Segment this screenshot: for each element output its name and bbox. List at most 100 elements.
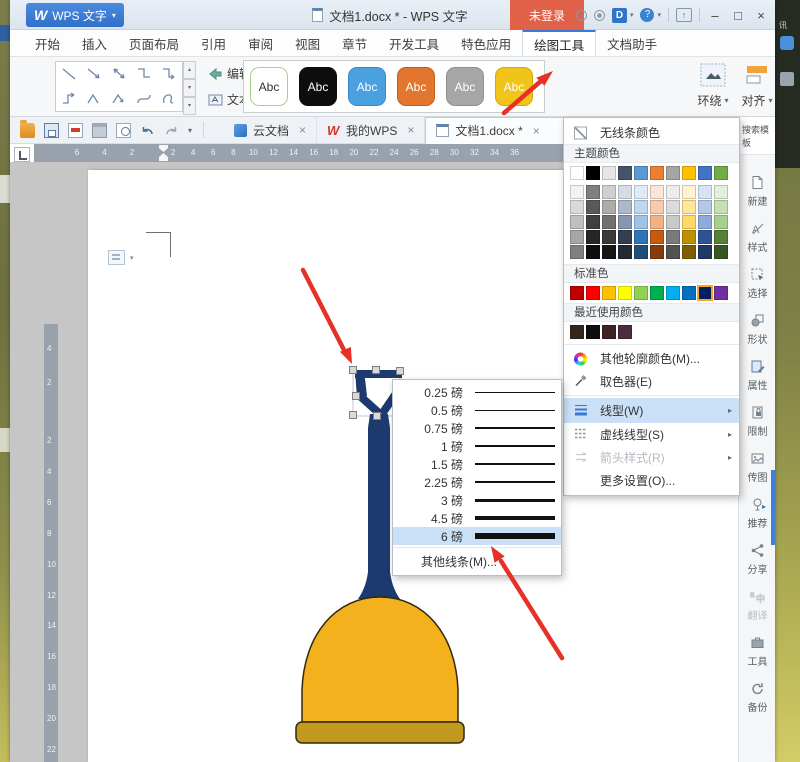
color-swatch[interactable] bbox=[698, 245, 712, 259]
color-swatch[interactable] bbox=[650, 185, 664, 199]
color-swatch[interactable] bbox=[666, 185, 680, 199]
tab-stop-selector[interactable] bbox=[14, 147, 30, 162]
line-style-item[interactable]: 线型(W) ▸ bbox=[564, 398, 739, 423]
abc-preset-2[interactable]: Abc bbox=[299, 67, 337, 106]
color-swatch[interactable] bbox=[602, 215, 616, 229]
eyedropper-item[interactable]: 取色器(E) bbox=[564, 370, 739, 393]
color-swatch[interactable] bbox=[602, 325, 616, 339]
color-swatch[interactable] bbox=[650, 166, 664, 180]
color-swatch[interactable] bbox=[698, 230, 712, 244]
color-swatch[interactable] bbox=[586, 215, 600, 229]
color-swatch[interactable] bbox=[618, 286, 632, 300]
color-swatch[interactable] bbox=[650, 245, 664, 259]
color-swatch[interactable] bbox=[602, 245, 616, 259]
color-swatch[interactable] bbox=[618, 166, 632, 180]
color-swatch[interactable] bbox=[682, 215, 696, 229]
color-swatch[interactable] bbox=[570, 325, 584, 339]
sidebar-item-新建[interactable]: 新建 bbox=[739, 175, 776, 208]
color-swatch[interactable] bbox=[570, 245, 584, 259]
color-swatch[interactable] bbox=[682, 166, 696, 180]
color-swatch[interactable] bbox=[650, 230, 664, 244]
color-swatch[interactable] bbox=[586, 200, 600, 214]
color-swatch[interactable] bbox=[570, 215, 584, 229]
save-icon[interactable] bbox=[44, 122, 59, 138]
help-icon[interactable]: ? bbox=[640, 8, 655, 22]
color-swatch[interactable] bbox=[650, 215, 664, 229]
color-swatch[interactable] bbox=[634, 245, 648, 259]
dash-style-item[interactable]: 虚线线型(S) ▸ bbox=[564, 423, 739, 446]
color-swatch[interactable] bbox=[698, 185, 712, 199]
redo-icon[interactable] bbox=[164, 123, 179, 138]
menu-tab-开始[interactable]: 开始 bbox=[24, 30, 71, 56]
close-button[interactable]: × bbox=[753, 8, 769, 23]
refresh-icon[interactable] bbox=[575, 9, 587, 21]
sidebar-item-属性[interactable]: 属性 bbox=[739, 359, 776, 392]
color-swatch[interactable] bbox=[602, 230, 616, 244]
color-swatch[interactable] bbox=[602, 200, 616, 214]
line-weight-item[interactable]: 4.5 磅 bbox=[393, 509, 561, 527]
curve-connector-icon[interactable] bbox=[132, 87, 157, 112]
abc-preset-1[interactable]: Abc bbox=[250, 67, 288, 106]
line-weight-item[interactable]: 0.75 磅 bbox=[393, 419, 561, 437]
color-swatch[interactable] bbox=[602, 166, 616, 180]
line-weight-item[interactable]: 0.25 磅 bbox=[393, 383, 561, 401]
export-pdf-icon[interactable] bbox=[68, 122, 83, 138]
color-swatch[interactable] bbox=[682, 200, 696, 214]
docer-icon[interactable]: D bbox=[611, 7, 627, 23]
color-swatch[interactable] bbox=[714, 245, 728, 259]
color-swatch[interactable] bbox=[666, 215, 680, 229]
menu-tab-章节[interactable]: 章节 bbox=[331, 30, 378, 56]
menu-tab-文档助手[interactable]: 文档助手 bbox=[596, 30, 668, 56]
color-swatch[interactable] bbox=[586, 325, 600, 339]
maximize-button[interactable]: □ bbox=[730, 8, 746, 23]
color-swatch[interactable] bbox=[586, 245, 600, 259]
menu-tab-特色应用[interactable]: 特色应用 bbox=[450, 30, 522, 56]
sidebar-item-工具[interactable]: 工具 bbox=[739, 635, 776, 668]
color-swatch[interactable] bbox=[666, 166, 680, 180]
search-templates-link[interactable]: 搜索模板 bbox=[739, 117, 775, 155]
color-swatch[interactable] bbox=[714, 185, 728, 199]
abc-preset-3[interactable]: Abc bbox=[348, 67, 386, 106]
color-swatch[interactable] bbox=[634, 200, 648, 214]
color-swatch[interactable] bbox=[698, 200, 712, 214]
color-swatch[interactable] bbox=[618, 200, 632, 214]
gallery-scrollbar[interactable]: ▴ ▾ ▾ bbox=[183, 61, 196, 115]
color-swatch[interactable] bbox=[666, 245, 680, 259]
minimize-button[interactable]: – bbox=[707, 8, 723, 23]
color-swatch[interactable] bbox=[714, 286, 728, 300]
color-swatch[interactable] bbox=[634, 166, 648, 180]
open-icon[interactable] bbox=[20, 119, 35, 138]
print-icon[interactable] bbox=[92, 122, 107, 138]
close-tab-icon[interactable]: × bbox=[407, 123, 414, 137]
more-settings-item[interactable]: 更多设置(O)... bbox=[564, 469, 739, 492]
color-swatch[interactable] bbox=[618, 215, 632, 229]
elbow-connector-icon[interactable] bbox=[56, 87, 81, 112]
line-weight-item[interactable]: 3 磅 bbox=[393, 491, 561, 509]
scroll-down-icon[interactable]: ▾ bbox=[183, 79, 196, 97]
gallery-more-icon[interactable]: ▾ bbox=[183, 97, 196, 115]
menu-tab-插入[interactable]: 插入 bbox=[71, 30, 118, 56]
curve-shape-icon[interactable] bbox=[157, 87, 182, 112]
line-weight-item[interactable]: 1.5 磅 bbox=[393, 455, 561, 473]
close-tab-icon[interactable]: × bbox=[299, 123, 306, 137]
wrap-button[interactable]: 环绕 ▾ bbox=[692, 63, 734, 109]
more-lines-item[interactable]: 其他线条(M)... bbox=[393, 550, 561, 572]
color-swatch[interactable] bbox=[618, 245, 632, 259]
line-weight-item[interactable]: 1 磅 bbox=[393, 437, 561, 455]
arrow-shape-icon[interactable] bbox=[81, 62, 106, 87]
color-swatch[interactable] bbox=[714, 215, 728, 229]
shape-gallery[interactable] bbox=[55, 61, 183, 112]
paste-options-icon[interactable] bbox=[108, 250, 125, 265]
color-swatch[interactable] bbox=[602, 286, 616, 300]
color-swatch[interactable] bbox=[570, 200, 584, 214]
color-swatch[interactable] bbox=[666, 200, 680, 214]
undo-icon[interactable] bbox=[140, 123, 155, 138]
sidebar-item-样式[interactable]: A 样式 bbox=[739, 221, 776, 254]
color-swatch[interactable] bbox=[634, 185, 648, 199]
scroll-up-icon[interactable]: ▴ bbox=[183, 61, 196, 79]
color-swatch[interactable] bbox=[666, 286, 680, 300]
color-swatch[interactable] bbox=[698, 166, 712, 180]
color-swatch[interactable] bbox=[634, 215, 648, 229]
panel-arrow-icon[interactable]: ▸ bbox=[762, 502, 766, 511]
menu-tab-绘图工具[interactable]: 绘图工具 bbox=[522, 30, 597, 56]
